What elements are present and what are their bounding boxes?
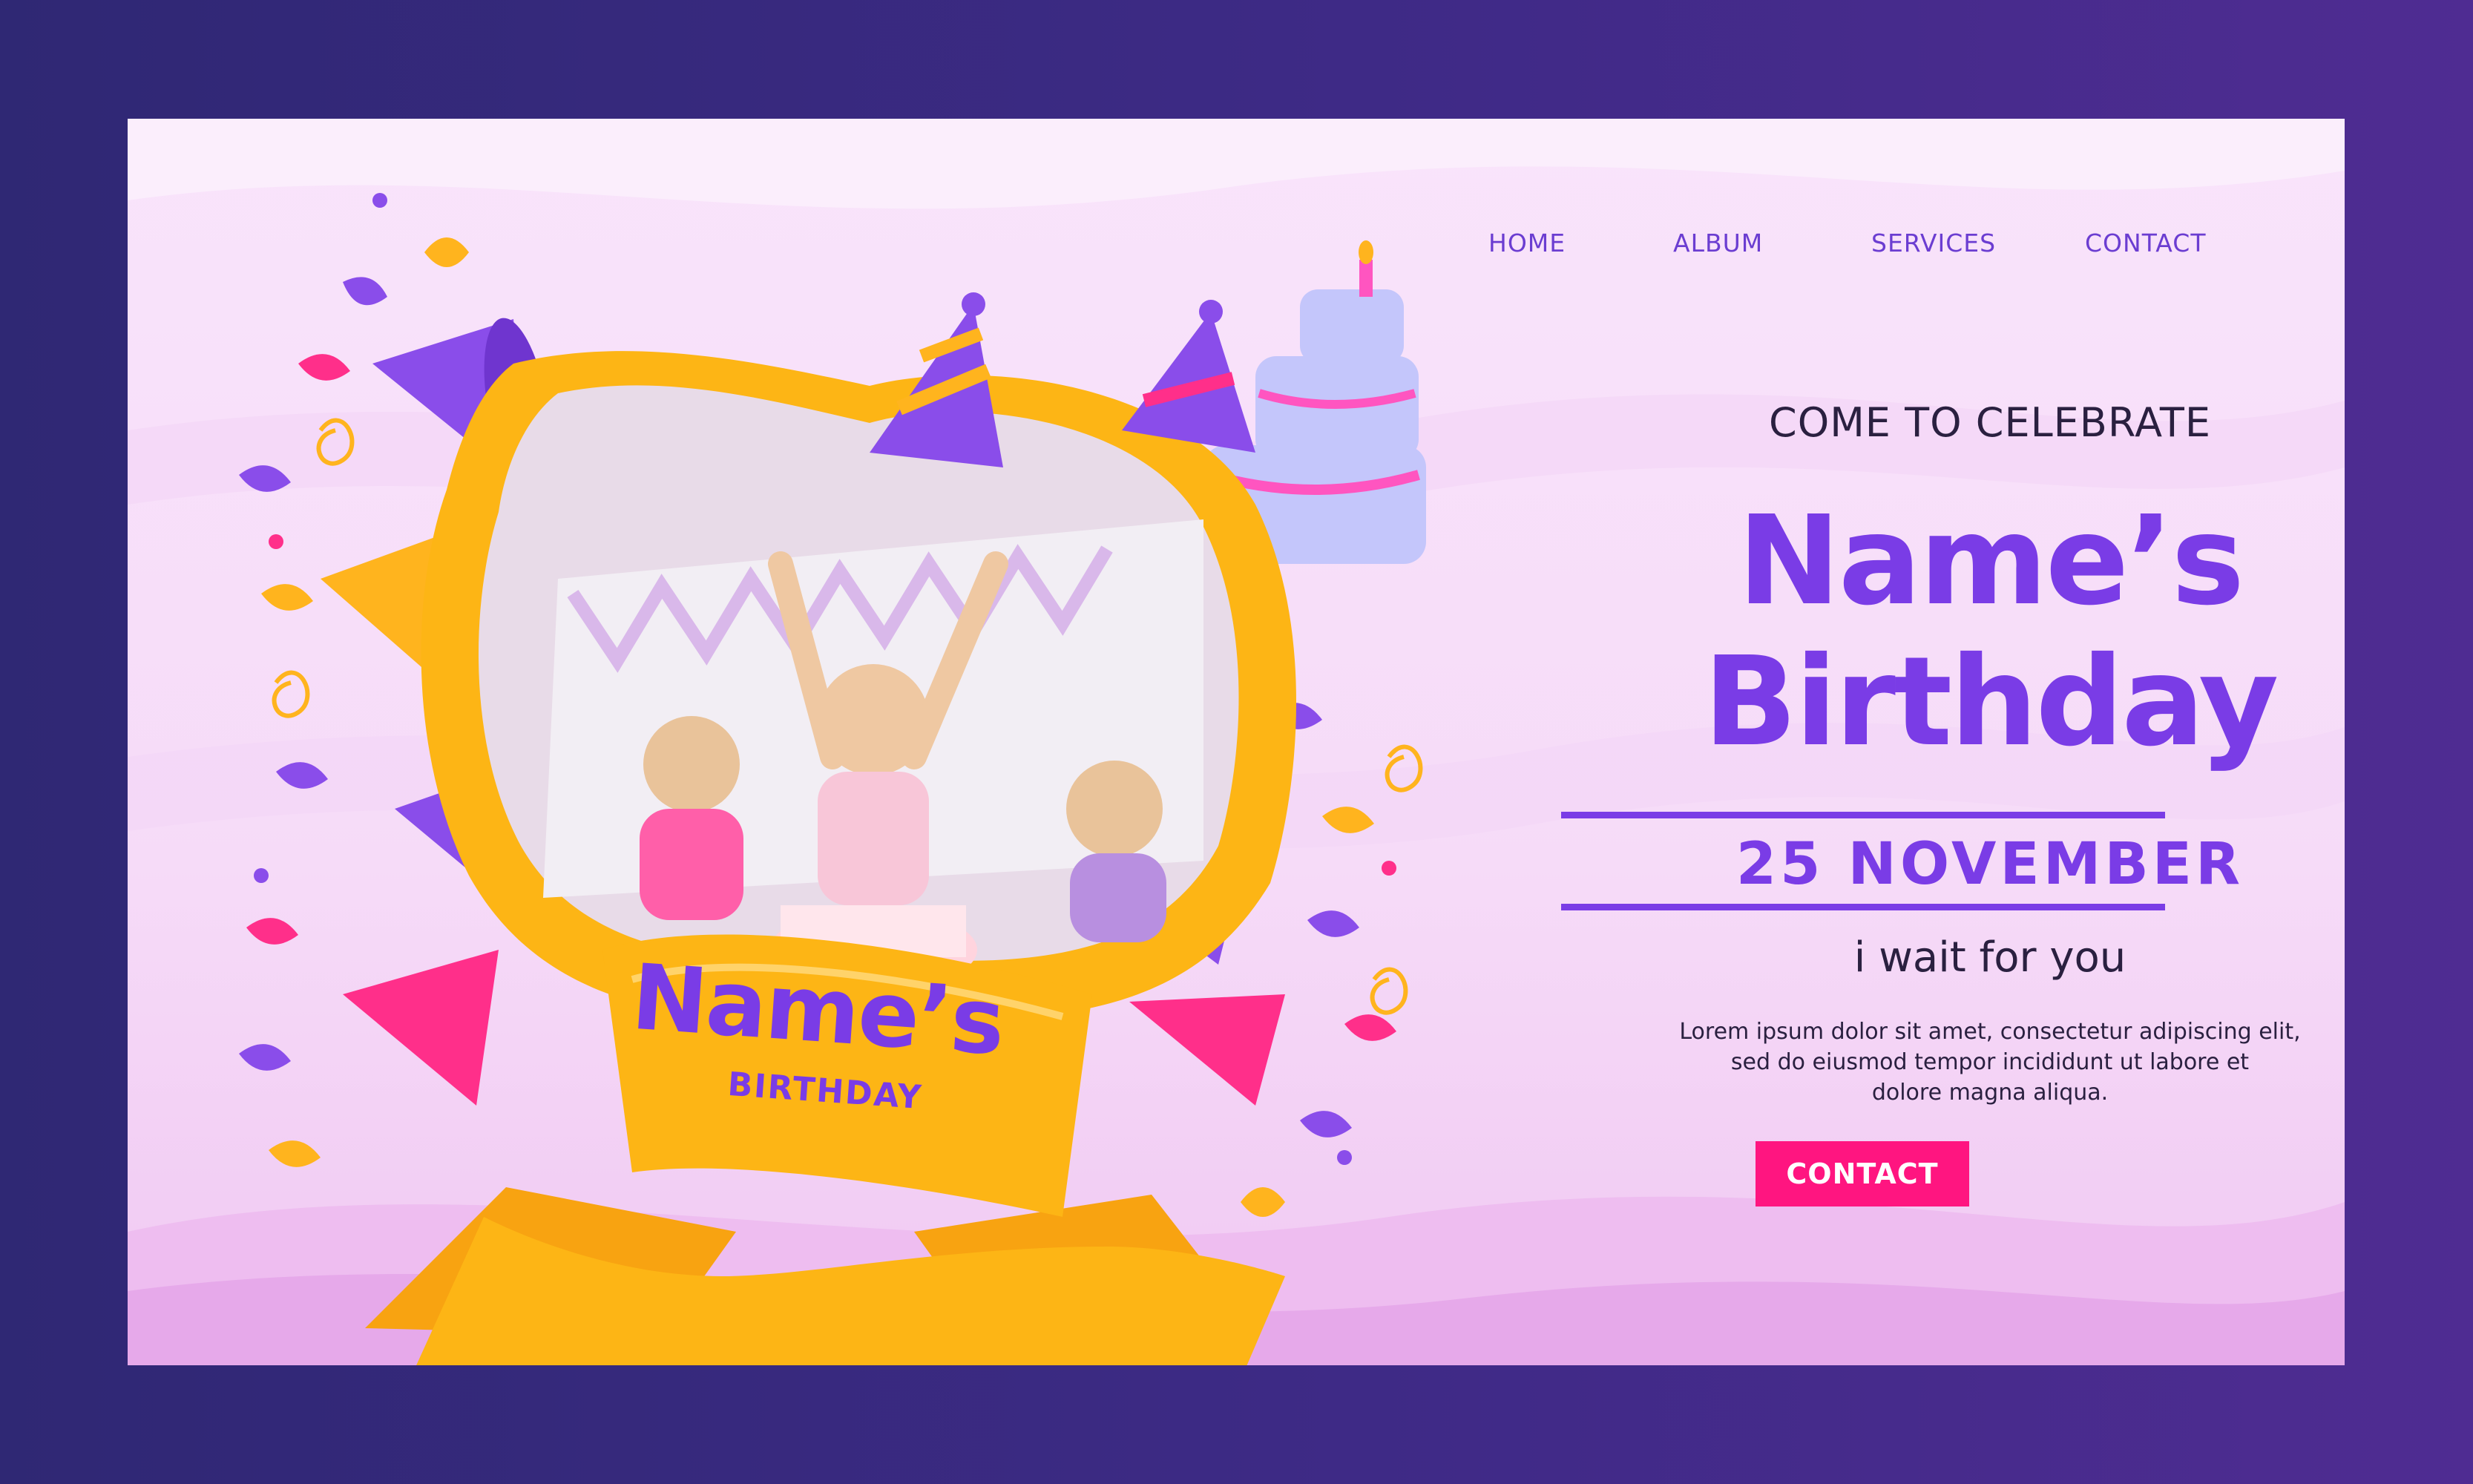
date-rule-bottom	[1561, 904, 2165, 910]
description-line: sed do eiusmod tempor incididunt ut labo…	[1730, 1049, 2250, 1075]
description-line: Lorem ipsum dolor sit amet, consectetur …	[1679, 1019, 2301, 1045]
birthday-illustration	[239, 193, 1426, 1365]
hero-kicker: COME TO CELEBRATE	[1769, 399, 2211, 446]
description-line: dolore magna aliqua.	[1871, 1080, 2109, 1106]
hero-description: Lorem ipsum dolor sit amet, consectetur …	[1515, 1017, 2345, 1108]
nav-services-link[interactable]: SERVICES	[1871, 229, 1996, 257]
landing-page-card: HOME ALBUM SERVICES CONTACT Name’s BIRTH…	[128, 119, 2345, 1365]
contact-button[interactable]: CONTACT	[1756, 1141, 1969, 1206]
hero-title-line1: Name’s	[1737, 490, 2244, 633]
event-date: 25 NOVEMBER	[1735, 831, 2244, 898]
nav-album-link[interactable]: ALBUM	[1673, 229, 1763, 257]
hero-title-line2: Birthday	[1703, 631, 2279, 774]
hero-tagline: i wait for you	[1853, 933, 2126, 982]
nav-contact-link[interactable]: CONTACT	[2085, 229, 2207, 257]
date-rule-top	[1561, 812, 2165, 818]
